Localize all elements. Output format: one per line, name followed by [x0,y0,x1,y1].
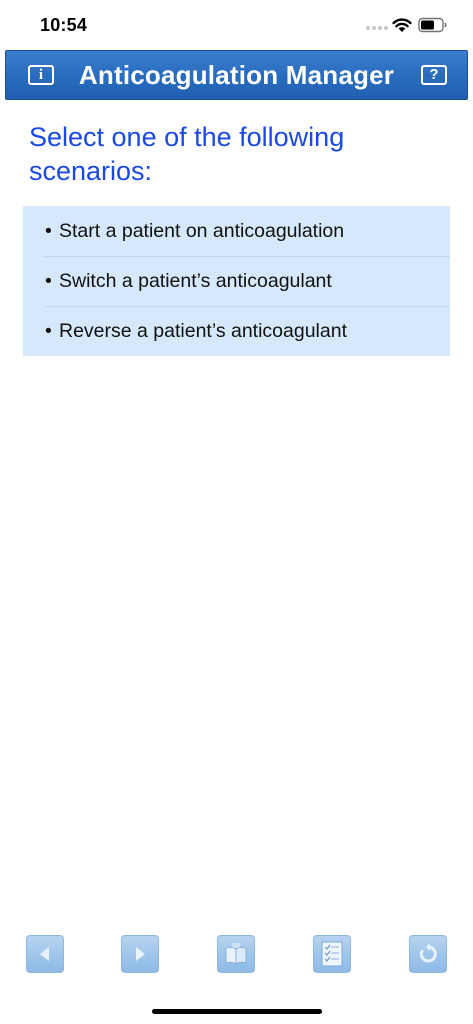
scenario-reverse-anticoagulant[interactable]: • Reverse a patient’s anticoagulant [23,306,450,356]
wifi-icon [392,18,412,32]
scenario-start-anticoagulation[interactable]: • Start a patient on anticoagulation [23,206,450,256]
book-icon [225,943,247,965]
help-icon: ? [429,66,439,83]
scenario-label: Start a patient on anticoagulation [59,220,345,242]
battery-icon [418,17,447,33]
refresh-icon [419,943,437,963]
home-indicator[interactable] [152,1009,322,1014]
book-button[interactable] [217,935,255,973]
bullet: • [45,220,52,242]
status-time: 10:54 [40,15,88,35]
scenario-prompt: Select one of the following scenarios: [29,122,345,186]
refresh-button[interactable] [409,935,447,973]
status-bar: 10:54 [0,0,473,50]
checklist-icon [321,941,343,967]
bullet: • [45,320,52,342]
forward-button[interactable] [121,935,159,973]
forward-arrow-icon [136,947,145,961]
nav-header: i Anticoagulation Manager ? [5,50,468,100]
scenario-label: Switch a patient’s anticoagulant [59,270,332,292]
page-title: Anticoagulation Manager [78,60,395,90]
scenario-list: • Start a patient on anticoagulation • Swi… [23,206,450,356]
scenario-switch-anticoagulant[interactable]: • Switch a patient’s anticoagulant [23,256,450,306]
back-arrow-icon [40,947,49,961]
bullet: • [45,270,52,292]
bottom-toolbar [0,935,473,975]
help-button[interactable]: ? [421,65,447,85]
checklist-button[interactable] [313,935,351,973]
signal-dots-icon [366,26,388,30]
back-button[interactable] [26,935,64,973]
scenario-label: Reverse a patient’s anticoagulant [59,320,347,342]
